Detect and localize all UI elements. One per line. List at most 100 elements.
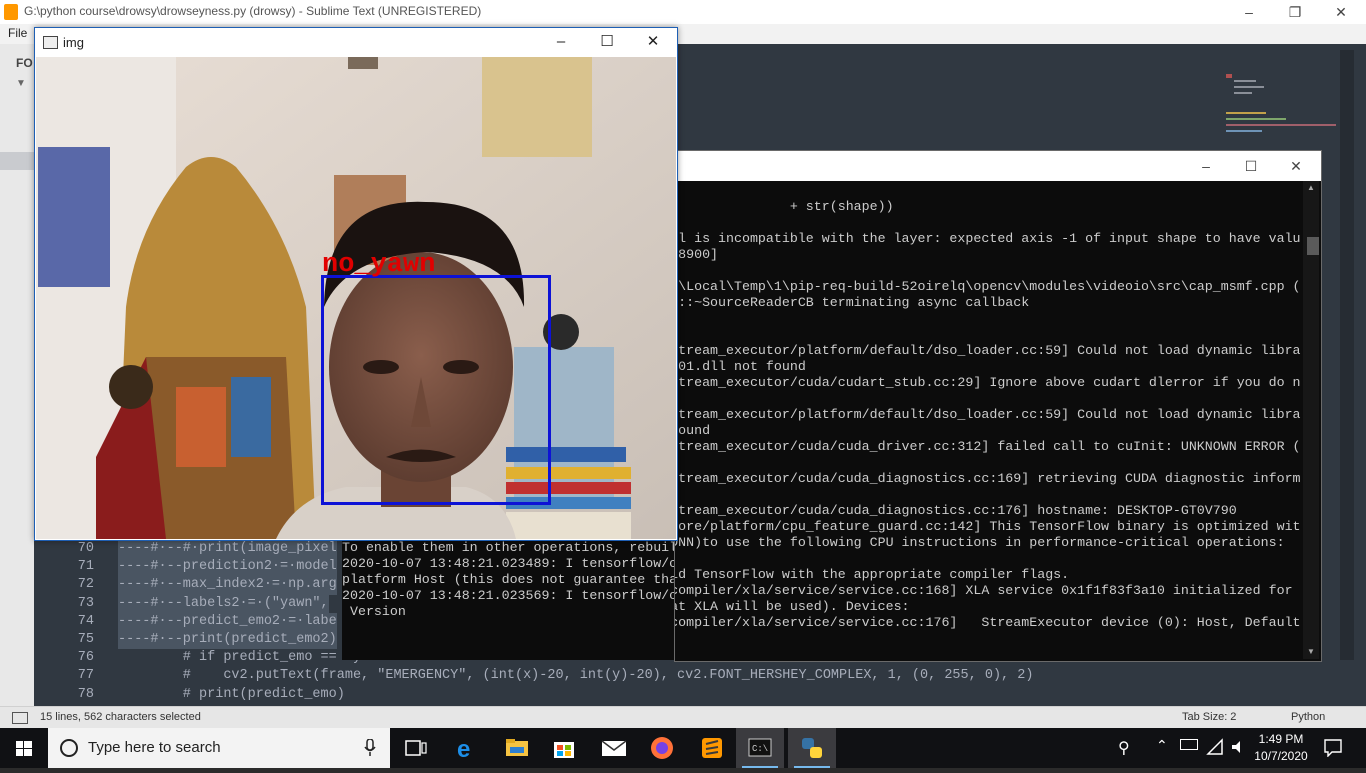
console-line: 2020-10-07 13:48:20.989436: W tensorflow… [675,407,1301,422]
maximize-icon[interactable]: ☐ [1228,154,1274,178]
console-line: ry 'cudart64_101.dll'; dlerror: cudart64… [675,359,806,374]
taskbar-search-box[interactable]: Type here to search [48,728,390,768]
edge-icon[interactable]: e [442,728,490,768]
console-line: + str(shape)) [789,199,894,214]
code-line-selected[interactable]: ----#·--predict_emo2·=·labe [118,612,337,631]
sublime-text-taskbar-icon[interactable] [688,728,736,768]
code-line[interactable]: # cv2.putText(frame, "EMERGENCY", (int(x… [118,667,1218,685]
line-number: 72 [77,577,94,593]
notifications-icon[interactable] [1324,739,1342,757]
store-icon[interactable] [540,728,588,768]
minimize-icon[interactable]: – [1226,0,1272,24]
console-output[interactable]: + str(shape)) ValueError: Input 0 of lay… [675,181,1301,661]
console-line: 2020-10-07 13:48:20.989720: W tensorflow… [675,439,1301,454]
sidebar-folder-icon[interactable]: ▼ [16,78,26,89]
clock-time[interactable]: 1:49 PM [1248,732,1314,746]
line-number: 77 [77,668,94,684]
sidebar-selected-item[interactable] [0,152,34,170]
selection-status: 15 lines, 562 characters selected [40,711,201,723]
sidebar: FO ▼ [0,44,34,706]
code-line-selected[interactable]: ----#·--max_index2·=·np.arg [118,576,337,595]
sidebar-header: FO [16,56,33,70]
start-button[interactable] [0,728,48,768]
console-line: but received input with shape [None, 289… [675,247,719,262]
close-icon[interactable]: ✕ [630,28,676,57]
mail-icon[interactable] [590,728,638,768]
console-titlebar[interactable]: – ☐ ✕ [675,151,1321,181]
console-line: ValueError: Input 0 of layer sequential … [675,231,1301,246]
console-line-left: Version [342,604,406,619]
svg-text:e: e [457,736,470,763]
code-line-selected[interactable]: ----#·--prediction2·=·model [118,558,337,577]
wifi-icon[interactable] [1206,738,1224,756]
maximize-icon[interactable]: ☐ [584,28,630,57]
people-icon[interactable]: ⚲ [1118,738,1130,758]
console-line: 2020-10-07 13:48:16.531847: W tensorflow… [675,343,1301,358]
console-line: [ WARN:0] global C:\Users\appveyor\AppDa… [675,279,1301,294]
minimize-icon[interactable]: – [538,28,584,57]
windows-logo-icon [16,741,32,756]
console-line-left: To enable them in other operations, rebu… [342,540,674,555]
editor-scrollbar[interactable] [1340,50,1354,660]
img-titlebar[interactable]: img – ☐ ✕ [35,28,677,57]
console-line: ry 'nvcuda.dll'; dlerror: nvcuda.dll not… [675,423,711,438]
show-hidden-icons-icon[interactable]: ⌃ [1156,737,1168,754]
firefox-icon[interactable] [638,728,686,768]
line-number: 73 [77,595,94,611]
code-line-selected[interactable]: ----#·--labels2·=·("yawn", [118,594,329,613]
menu-file[interactable]: File [8,26,27,40]
line-number: 78 [77,686,94,702]
minimap[interactable] [1226,74,1346,134]
img-window-title: img [63,35,84,50]
console-line: To enable them in other operations, rebu… [675,567,1070,582]
python-taskbar-icon[interactable] [788,728,836,768]
close-icon[interactable]: ✕ [1318,0,1364,24]
console-line: Version [675,631,1301,647]
console-line: AVX2 [675,551,1301,567]
console-line: 2020-10-07 13:48:21.010546: I tensorflow… [675,519,1301,534]
maximize-icon[interactable]: ❐ [1272,0,1318,24]
task-view-icon[interactable] [392,728,440,768]
sublime-titlebar[interactable]: G:\python course\drowsy\drowseyness.py (… [0,0,1366,25]
img-window: img – ☐ ✕ no_yawn [34,27,678,541]
tab-size[interactable]: Tab Size: 2 [1182,711,1236,723]
syntax-mode[interactable]: Python [1291,711,1325,723]
taskbar: Type here to search e C:\ ⚲ ⌃ 1:49 PM 10… [0,728,1366,768]
close-icon[interactable]: ✕ [1273,154,1319,178]
scroll-up-icon[interactable]: ▲ [1307,183,1315,192]
volume-icon[interactable] [1230,739,1246,755]
console-line: 2020-10-07 13:48:20.997442: I tensorflow… [675,471,1301,486]
camera-frame: no_yawn [36,57,676,539]
search-placeholder: Type here to search [88,739,221,756]
face-bounding-box [321,275,551,505]
line-number: 74 [77,613,94,629]
minimize-icon[interactable]: – [1183,154,1229,178]
line-number: 75 [77,631,94,647]
console-line: h oneAPI Deep Neural Network Library (on… [675,535,1285,550]
console-scroll-thumb[interactable] [1307,237,1319,255]
terminal-taskbar-icon[interactable]: C:\ [736,728,784,768]
console-line: 2020-10-07 13:48:21.023569: I tensorflow… [675,615,1301,630]
microphone-icon[interactable] [364,739,376,757]
code-line[interactable]: # print(predict_emo) [118,686,1218,704]
clock-date[interactable]: 10/7/2020 [1248,749,1314,763]
status-bar: 15 lines, 562 characters selected Tab Si… [0,706,1366,729]
console-line-left: platform Host (this does not guarantee t… [342,572,674,587]
code-line-selected[interactable]: ----#·--print(predict_emo2) [118,630,337,650]
console-line: 435) `anonymous-namespace'::SourceReader… [675,295,1030,310]
console-line: platform Host (this does not guarantee t… [675,599,910,614]
panel-toggle-icon[interactable] [12,712,28,724]
code-line-selected[interactable]: ----#·--#·print(image_pixel [118,540,337,559]
console-line: 2020-10-07 13:48:16.532047: I tensorflow… [675,375,1301,390]
file-explorer-icon[interactable] [492,728,540,768]
console-line-left: 2020-10-07 13:48:21.023489: I tensorflow… [342,556,674,571]
console-line: 2020-10-07 13:48:21.003180: I tensorflow… [675,503,1237,518]
line-gutter: 70 71 72 73 74 75 76 77 78 [34,540,118,704]
scroll-down-icon[interactable]: ▼ [1307,647,1315,656]
console-line-left: 2020-10-07 13:48:21.023569: I tensorflow… [342,588,674,603]
battery-icon[interactable] [1180,739,1198,750]
